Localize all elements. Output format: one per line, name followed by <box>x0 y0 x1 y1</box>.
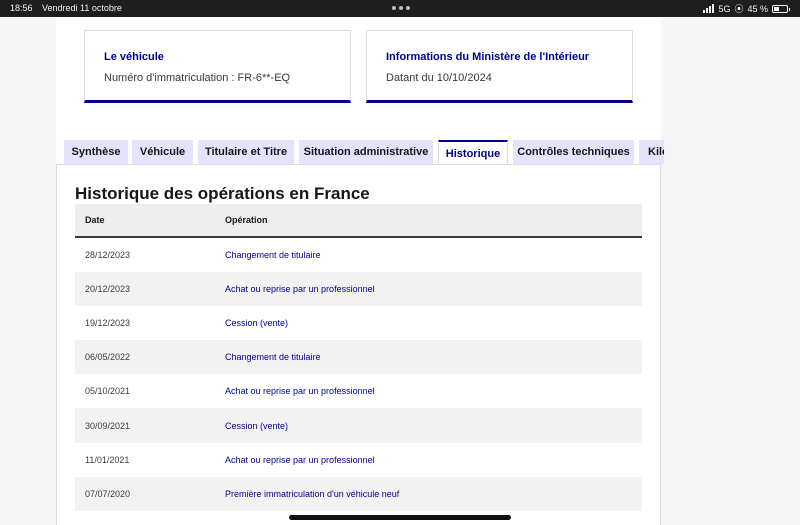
row-date: 07/07/2020 <box>85 488 131 499</box>
table-row: 11/01/2021 Achat ou reprise par un profe… <box>75 442 642 477</box>
table-row: 28/12/2023 Changement de titulaire <box>75 238 642 273</box>
tab-bar: Synthèse Véhicule Titulaire et Titre Sit… <box>64 140 664 164</box>
tab-titulaire-et-titre[interactable]: Titulaire et Titre <box>198 140 294 164</box>
location-icon: ⦿ <box>734 4 744 14</box>
status-date: Vendredi 11 octobre <box>42 3 122 13</box>
signal-icon <box>703 4 715 13</box>
row-date: 11/01/2021 <box>85 454 130 465</box>
column-header-operation: Opération <box>225 215 268 225</box>
row-date: 20/12/2023 <box>85 284 131 295</box>
row-operation-link[interactable]: Cession (vente) <box>215 421 288 431</box>
row-date: 28/12/2023 <box>85 250 131 261</box>
row-date: 19/12/2023 <box>85 318 131 329</box>
status-time: 18:56 <box>10 3 33 13</box>
registration-number: Numéro d'immatriculation : FR-6**-EQ <box>104 72 291 84</box>
row-operation-link[interactable]: Achat ou reprise par un professionnel <box>215 386 375 396</box>
battery-icon <box>772 4 790 13</box>
ministry-card: Informations du Ministère de l'Intérieur… <box>366 30 633 103</box>
table-body: 28/12/2023 Changement de titulaire 20/12… <box>75 238 642 511</box>
tab-kilometrage[interactable]: Kilo <box>639 140 664 164</box>
table-header: Date Opération <box>75 204 642 238</box>
table-row: 07/07/2020 Première immatriculation d'un… <box>75 476 642 511</box>
row-operation-link[interactable]: Changement de titulaire <box>215 352 321 362</box>
table-row: 05/10/2021 Achat ou reprise par un profe… <box>75 374 642 409</box>
row-date: 06/05/2022 <box>85 352 131 363</box>
row-operation-link[interactable]: Achat ou reprise par un professionnel <box>215 455 375 465</box>
table-row: 19/12/2023 Cession (vente) <box>75 306 642 341</box>
status-bar: 18:56 Vendredi 11 octobre 5G ⦿ 45 % <box>0 0 800 17</box>
network-label: 5G <box>718 3 731 14</box>
history-table: Date Opération 28/12/2023 Changement de … <box>75 204 642 511</box>
table-row: 06/05/2022 Changement de titulaire <box>75 340 642 375</box>
row-date: 30/09/2021 <box>85 420 131 431</box>
vehicle-card-title: Le véhicule <box>104 51 164 63</box>
tab-controles-techniques[interactable]: Contrôles techniques <box>513 140 634 164</box>
row-operation-link[interactable]: Achat ou reprise par un professionnel <box>215 284 375 294</box>
ministry-card-title: Informations du Ministère de l'Intérieur <box>386 51 590 63</box>
battery-percent: 45 % <box>747 3 768 14</box>
history-title: Historique des opérations en France <box>75 184 370 203</box>
left-gutter <box>0 17 56 525</box>
table-row: 30/09/2021 Cession (vente) <box>75 408 642 443</box>
row-date: 05/10/2021 <box>85 386 131 397</box>
vehicle-card: Le véhicule Numéro d'immatriculation : F… <box>84 30 351 103</box>
row-operation-link[interactable]: Cession (vente) <box>215 318 288 328</box>
tab-situation-administrative[interactable]: Situation administrative <box>299 140 433 164</box>
home-indicator[interactable] <box>289 515 511 520</box>
tab-historique[interactable]: Historique <box>438 140 508 164</box>
right-gutter <box>661 17 800 525</box>
tab-synthese[interactable]: Synthèse <box>64 140 128 164</box>
row-operation-link[interactable]: Changement de titulaire <box>215 250 321 260</box>
ministry-date: Datant du 10/10/2024 <box>386 72 492 84</box>
row-operation-link[interactable]: Première immatriculation d'un véhicule n… <box>215 489 399 499</box>
status-indicators: 5G ⦿ 45 % <box>703 2 790 15</box>
tab-vehicule[interactable]: Véhicule <box>132 140 193 164</box>
column-header-date: Date <box>85 215 105 225</box>
table-row: 20/12/2023 Achat ou reprise par un profe… <box>75 272 642 307</box>
multitasking-dots-icon[interactable] <box>392 6 410 10</box>
